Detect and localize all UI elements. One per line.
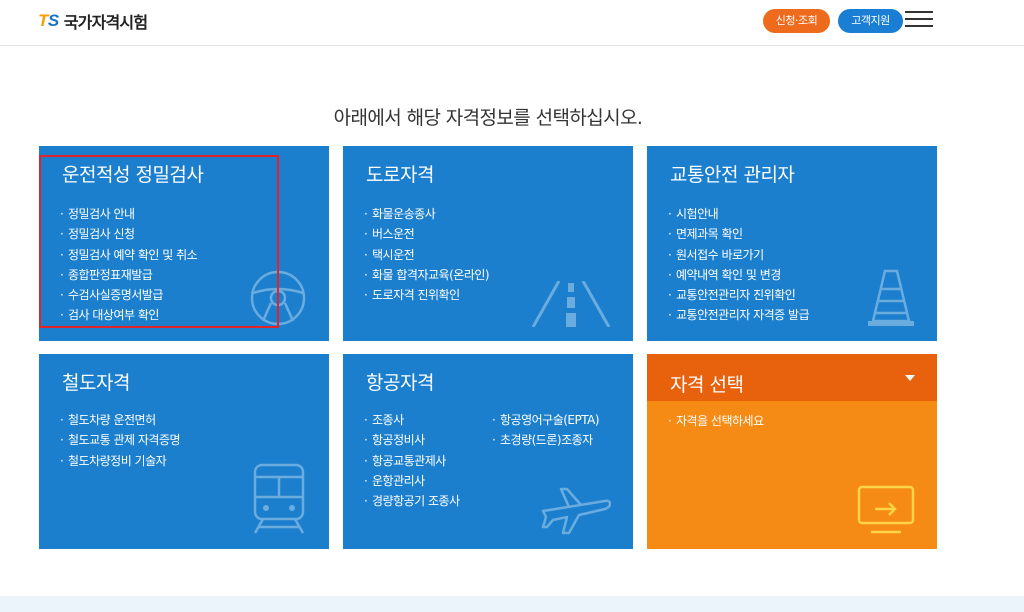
list-item[interactable]: 시험안내 <box>668 204 809 225</box>
customer-support-button[interactable]: 고객지원 <box>838 9 903 33</box>
list-item[interactable]: 교통안전관리자 자격증 발급 <box>668 305 810 326</box>
list-item[interactable]: 초경량(드론)조종자 <box>492 430 599 451</box>
chevron-down-icon[interactable] <box>905 375 915 381</box>
list-item: 자격을 선택하세요 <box>668 411 764 432</box>
site-logo[interactable]: TS 국가자격시험 <box>38 9 148 33</box>
list-item[interactable]: 정밀검사 안내 <box>60 204 197 225</box>
steering-wheel-icon <box>250 270 306 326</box>
card-driving-aptitude[interactable]: 운전적성 정밀검사 정밀검사 안내 정밀검사 신청 정밀검사 예약 확인 및 취… <box>39 146 329 341</box>
list-item[interactable]: 버스운전 <box>364 224 489 245</box>
list-item[interactable]: 철도교통 관제 자격증명 <box>60 430 181 451</box>
list-item[interactable]: 철도차량정비 기술자 <box>60 451 180 472</box>
train-icon <box>253 463 305 534</box>
card-link-list: 화물운송종사 버스운전 택시운전 화물 합격자교육(온라인) 도로자격 진위확인 <box>364 204 490 306</box>
list-item[interactable]: 수검사실증명서발급 <box>60 285 197 306</box>
card-title[interactable]: 도로자격 <box>366 160 434 187</box>
card-title[interactable]: 자격 선택 <box>670 370 744 397</box>
card-qualification-select[interactable]: 자격 선택 자격을 선택하세요 <box>647 354 937 549</box>
card-link-list: 정밀검사 안내 정밀검사 신청 정밀검사 예약 확인 및 취소 종합판정표재발급… <box>60 204 198 326</box>
card-aviation-qualification[interactable]: 항공자격 조종사 항공정비사 항공교통관제사 운항관리사 경량항공기 조종사 항… <box>343 354 633 549</box>
card-title[interactable]: 운전적성 정밀검사 <box>62 160 204 187</box>
list-item[interactable]: 검사 대상여부 확인 <box>60 305 197 326</box>
site-name: 국가자격시험 <box>63 13 148 32</box>
card-title[interactable]: 항공자격 <box>366 368 434 395</box>
page-headline: 아래에서 해당 자격정보를 선택하십시오. <box>333 107 643 129</box>
list-item[interactable]: 면제과목 확인 <box>668 224 809 245</box>
list-item[interactable]: 도로자격 진위확인 <box>364 285 489 306</box>
list-item[interactable]: 예약내역 확인 및 변경 <box>668 265 809 286</box>
card-link-list-col2: 항공영어구술(EPTA) 초경량(드론)조종자 <box>492 410 600 451</box>
list-item[interactable]: 조종사 <box>364 410 460 431</box>
monitor-icon <box>857 485 915 534</box>
list-item[interactable]: 원서접수 바로가기 <box>668 245 809 266</box>
list-item[interactable]: 항공영어구술(EPTA) <box>492 410 600 431</box>
hamburger-menu-icon[interactable] <box>905 10 933 30</box>
list-item[interactable]: 화물운송종사 <box>364 204 489 225</box>
card-title[interactable]: 철도자격 <box>62 368 130 395</box>
list-item[interactable]: 택시운전 <box>364 245 489 266</box>
card-title[interactable]: 교통안전 관리자 <box>670 160 795 187</box>
list-item[interactable]: 화물 합격자교육(온라인) <box>364 265 490 286</box>
list-item[interactable]: 운항관리사 <box>364 471 460 492</box>
list-item[interactable]: 철도차량 운전면허 <box>60 410 180 431</box>
card-railway-qualification[interactable]: 철도자격 철도차량 운전면허 철도교통 관제 자격증명 철도차량정비 기술자 <box>39 354 329 549</box>
logo-mark-t: T <box>38 11 48 30</box>
card-link-list: 철도차량 운전면허 철도교통 관제 자격증명 철도차량정비 기술자 <box>60 410 181 472</box>
ts-logo-mark: TS <box>38 11 59 31</box>
list-item[interactable]: 종합판정표재발급 <box>60 265 197 286</box>
list-item[interactable]: 정밀검사 예약 확인 및 취소 <box>60 245 198 266</box>
list-item[interactable]: 항공정비사 <box>364 430 460 451</box>
footer-band <box>0 596 1024 612</box>
list-item[interactable]: 경량항공기 조종사 <box>364 491 460 512</box>
card-road-qualification[interactable]: 도로자격 화물운송종사 버스운전 택시운전 화물 합격자교육(온라인) 도로자격… <box>343 146 633 341</box>
card-link-list: 자격을 선택하세요 <box>668 411 764 432</box>
card-link-list-col1: 조종사 항공정비사 항공교통관제사 운항관리사 경량항공기 조종사 <box>364 410 460 512</box>
list-item[interactable]: 교통안전관리자 진위확인 <box>668 285 809 306</box>
traffic-cone-icon <box>868 269 914 326</box>
card-link-list: 시험안내 면제과목 확인 원서접수 바로가기 예약내역 확인 및 변경 교통안전… <box>668 204 810 326</box>
list-item[interactable]: 정밀검사 신청 <box>60 224 197 245</box>
logo-mark-s: S <box>47 11 59 30</box>
list-item[interactable]: 항공교통관제사 <box>364 451 460 472</box>
site-header: TS 국가자격시험 신청·조회 고객지원 <box>0 0 1024 46</box>
apply-inquiry-button[interactable]: 신청·조회 <box>763 9 830 33</box>
card-traffic-safety-manager[interactable]: 교통안전 관리자 시험안내 면제과목 확인 원서접수 바로가기 예약내역 확인 … <box>647 146 937 341</box>
airplane-icon <box>541 487 611 535</box>
road-icon <box>531 281 611 327</box>
